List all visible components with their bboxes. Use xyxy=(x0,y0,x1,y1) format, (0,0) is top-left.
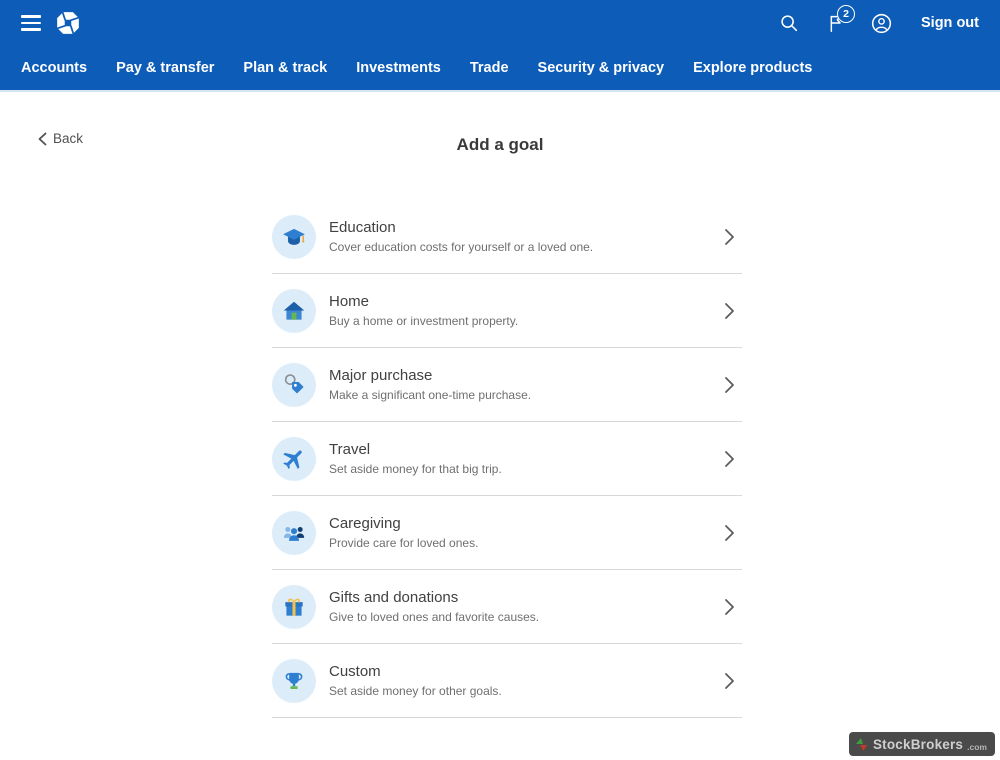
hamburger-menu-icon[interactable] xyxy=(21,15,41,31)
nav-item-pay-transfer[interactable]: Pay & transfer xyxy=(116,60,214,76)
goal-row-major-purchase[interactable]: Major purchase Make a significant one-ti… xyxy=(272,348,742,422)
goal-title: Caregiving xyxy=(329,515,478,532)
search-icon[interactable] xyxy=(778,12,800,34)
goal-description: Buy a home or investment property. xyxy=(329,314,518,328)
page-title: Add a goal xyxy=(0,135,1000,155)
goal-title: Major purchase xyxy=(329,367,531,384)
chevron-right-icon xyxy=(722,523,736,543)
stockbrokers-watermark: StockBrokers .com xyxy=(849,732,995,756)
goal-row-home[interactable]: Home Buy a home or investment property. xyxy=(272,274,742,348)
chevron-right-icon xyxy=(722,597,736,617)
goal-title: Custom xyxy=(329,663,502,680)
nav-item-accounts[interactable]: Accounts xyxy=(21,60,87,76)
nav-item-explore-products[interactable]: Explore products xyxy=(693,60,812,76)
goal-title: Gifts and donations xyxy=(329,589,539,606)
nav-item-plan-track[interactable]: Plan & track xyxy=(243,60,327,76)
goal-row-gifts-donations[interactable]: Gifts and donations Give to loved ones a… xyxy=(272,570,742,644)
goal-title: Travel xyxy=(329,441,502,458)
chevron-right-icon xyxy=(722,449,736,469)
chevron-right-icon xyxy=(722,671,736,691)
gift-icon xyxy=(272,585,316,629)
goal-description: Set aside money for other goals. xyxy=(329,684,502,698)
people-group-icon xyxy=(272,511,316,555)
main-nav: Accounts Pay & transfer Plan & track Inv… xyxy=(0,46,1000,92)
top-bar: 2 Sign out xyxy=(0,0,1000,46)
airplane-icon xyxy=(272,437,316,481)
nav-item-security-privacy[interactable]: Security & privacy xyxy=(538,60,665,76)
watermark-suffix: .com xyxy=(967,742,987,752)
chevron-right-icon xyxy=(722,301,736,321)
topbar-actions: 2 Sign out xyxy=(778,12,979,35)
trophy-icon xyxy=(272,659,316,703)
chevron-right-icon xyxy=(722,375,736,395)
goal-description: Set aside money for that big trip. xyxy=(329,462,502,476)
watermark-text: StockBrokers xyxy=(873,737,963,752)
goal-row-travel[interactable]: Travel Set aside money for that big trip… xyxy=(272,422,742,496)
stockbrokers-logo-icon xyxy=(855,737,869,752)
house-icon xyxy=(272,289,316,333)
goal-row-caregiving[interactable]: Caregiving Provide care for loved ones. xyxy=(272,496,742,570)
chase-logo-icon[interactable] xyxy=(55,10,81,36)
goal-row-education[interactable]: Education Cover education costs for your… xyxy=(272,200,742,274)
goal-row-custom[interactable]: Custom Set aside money for other goals. xyxy=(272,644,742,718)
nav-item-trade[interactable]: Trade xyxy=(470,60,509,76)
goal-title: Education xyxy=(329,219,593,236)
chevron-right-icon xyxy=(722,227,736,247)
app-header: 2 Sign out Accounts Pay & transfer Plan … xyxy=(0,0,1000,92)
goal-description: Give to loved ones and favorite causes. xyxy=(329,610,539,624)
goal-description: Cover education costs for yourself or a … xyxy=(329,240,593,254)
goal-description: Provide care for loved ones. xyxy=(329,536,478,550)
profile-icon[interactable] xyxy=(870,12,893,35)
price-tag-icon xyxy=(272,363,316,407)
nav-item-investments[interactable]: Investments xyxy=(356,60,441,76)
notifications-flag-icon[interactable]: 2 xyxy=(824,12,846,34)
graduation-cap-icon xyxy=(272,215,316,259)
notification-count-badge: 2 xyxy=(837,5,855,23)
goal-title: Home xyxy=(329,293,518,310)
goal-description: Make a significant one-time purchase. xyxy=(329,388,531,402)
goal-list: Education Cover education costs for your… xyxy=(272,200,742,718)
sign-out-button[interactable]: Sign out xyxy=(921,15,979,31)
